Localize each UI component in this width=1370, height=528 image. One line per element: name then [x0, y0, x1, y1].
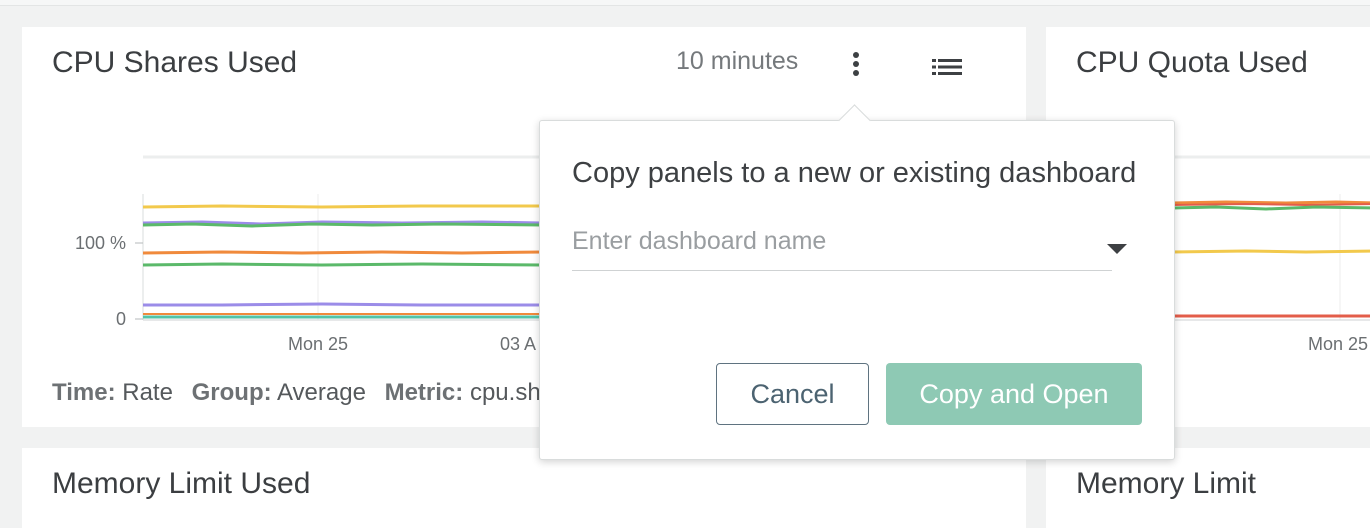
top-divider: [0, 0, 1370, 6]
copy-panels-popover: Copy panels to a new or existing dashboa…: [539, 104, 1175, 460]
series-line-yellow: [1171, 249, 1370, 254]
time-value: Rate: [122, 379, 173, 406]
metric-summary: Time: Rate Group: Average Metric: cpu.sh: [52, 379, 541, 407]
dashboard-name-input[interactable]: [572, 221, 1112, 271]
x-tick-label: 03 A: [500, 334, 536, 354]
metric-label: Metric:: [384, 379, 464, 406]
panel-memory-limit-used: Memory Limit Used: [22, 448, 1026, 528]
panel-title: Memory Limit Used: [52, 467, 311, 500]
caret-down-icon[interactable]: [1107, 244, 1127, 254]
series-line-green: [1171, 205, 1370, 211]
panel-memory-limit: Memory Limit: [1046, 448, 1370, 528]
series-line-orange: [142, 250, 543, 255]
series-line-orange: [1171, 200, 1370, 205]
x-tick-label: Mon 25: [288, 334, 348, 354]
y-tick-label: 0: [116, 309, 126, 329]
series-line-green-2: [142, 262, 543, 267]
series-line-yellow: [142, 204, 542, 209]
x-tick-label: Mon 25: [1308, 334, 1368, 354]
group-label: Group:: [191, 379, 272, 406]
copy-and-open-button[interactable]: Copy and Open: [886, 363, 1142, 425]
time-label: Time:: [52, 379, 116, 406]
metric-value: cpu.sh: [469, 379, 541, 406]
panel-title: Memory Limit: [1076, 467, 1257, 500]
series-line-red: [1171, 202, 1370, 207]
y-tick-label: 100 %: [75, 233, 126, 253]
group-value: Average: [276, 379, 366, 406]
popover-title: Copy panels to a new or existing dashboa…: [572, 157, 1137, 189]
cancel-button[interactable]: Cancel: [716, 363, 869, 425]
series-line-green: [142, 222, 543, 228]
series-line-lavender: [143, 302, 542, 307]
